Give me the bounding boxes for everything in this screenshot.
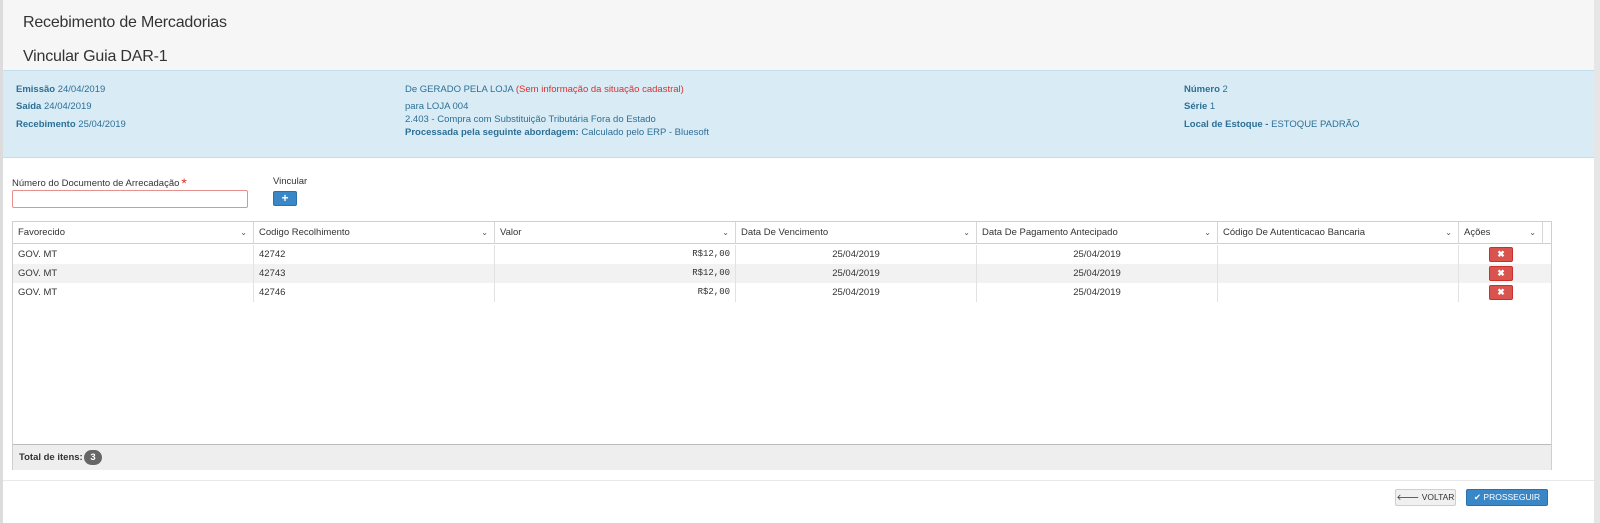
column-header-valor[interactable]: Valor ⌄ xyxy=(495,222,736,244)
cell-valor: R$2,00 xyxy=(495,283,736,302)
saida-line: Saída 24/04/2019 xyxy=(16,101,92,112)
page-subtitle: Vincular Guia DAR-1 xyxy=(23,48,168,65)
voltar-button[interactable]: 🡐 VOLTAR xyxy=(1395,489,1456,506)
table-header: Favorecido ⌄ Codigo Recolhimento ⌄ Valor ⌄ … xyxy=(13,222,1551,244)
vincular-add-button[interactable]: + xyxy=(273,191,297,206)
saida-value: 24/04/2019 xyxy=(44,101,92,112)
chevron-down-icon[interactable]: ⌄ xyxy=(963,222,970,244)
local-value: ESTOQUE PADRÃO xyxy=(1271,119,1360,130)
cell-favorecido: GOV. MT xyxy=(13,264,254,283)
cell-autenticacao xyxy=(1218,264,1459,283)
doc-number-label: Número do Documento de Arrecadação * xyxy=(12,173,187,191)
table-row[interactable]: GOV. MT 42746 R$2,00 25/04/2019 25/04/20… xyxy=(13,283,1551,302)
cell-pagamento: 25/04/2019 xyxy=(977,245,1218,264)
chevron-down-icon[interactable]: ⌄ xyxy=(722,222,729,244)
cell-codigo: 42743 xyxy=(254,264,495,283)
serie-value: 1 xyxy=(1209,101,1216,112)
cell-valor: R$12,00 xyxy=(495,245,736,264)
cell-vencimento: 25/04/2019 xyxy=(736,264,977,283)
abordagem-label: Processada pela seguinte abordagem: xyxy=(405,127,579,138)
chevron-down-icon[interactable]: ⌄ xyxy=(1445,222,1452,244)
column-label: Ações xyxy=(1464,227,1491,238)
local-line: Local de Estoque - ESTOQUE PADRÃO xyxy=(1184,119,1359,130)
voltar-label: VOLTAR xyxy=(1421,492,1455,502)
doc-number-input[interactable] xyxy=(12,190,248,208)
cell-vencimento: 25/04/2019 xyxy=(736,283,977,302)
close-icon: ✖ xyxy=(1497,287,1505,297)
chevron-down-icon[interactable]: ⌄ xyxy=(1204,222,1211,244)
cell-pagamento: 25/04/2019 xyxy=(977,283,1218,302)
prosseguir-button[interactable]: ✔ PROSSEGUIR xyxy=(1466,489,1548,506)
column-header-acoes[interactable]: Ações ⌄ xyxy=(1459,222,1543,244)
column-label: Valor xyxy=(500,227,522,238)
cell-codigo: 42746 xyxy=(254,283,495,302)
abordagem-value: Calculado pelo ERP - Bluesoft xyxy=(581,127,709,138)
supplier-status: (Sem informação da situação cadastral) xyxy=(515,84,684,95)
serie-label: Série xyxy=(1184,101,1208,112)
saida-label: Saída xyxy=(16,101,42,112)
numero-label: Número xyxy=(1184,84,1220,95)
column-header-autenticacao[interactable]: Código De Autenticacao Bancaria ⌄ xyxy=(1218,222,1459,244)
emissao-value: 24/04/2019 xyxy=(57,84,106,95)
local-label: Local de Estoque - xyxy=(1184,119,1269,130)
numero-line: Número 2 xyxy=(1184,84,1228,95)
column-header-pagamento[interactable]: Data De Pagamento Antecipado ⌄ xyxy=(977,222,1218,244)
close-icon: ✖ xyxy=(1497,249,1505,259)
required-marker: * xyxy=(181,175,187,191)
cell-codigo: 42742 xyxy=(254,245,495,264)
cell-autenticacao xyxy=(1218,245,1459,264)
table-row[interactable]: GOV. MT 42742 R$12,00 25/04/2019 25/04/2… xyxy=(13,245,1551,264)
numero-value: 2 xyxy=(1222,84,1228,95)
check-icon: ✔ xyxy=(1473,492,1482,502)
doc-number-label-text: Número do Documento de Arrecadação xyxy=(12,178,180,189)
emissao-line: Emissão 24/04/2019 xyxy=(16,84,105,95)
delete-row-button[interactable]: ✖ xyxy=(1489,266,1513,281)
close-icon: ✖ xyxy=(1497,268,1505,278)
cell-vencimento: 25/04/2019 xyxy=(736,245,977,264)
column-label: Codigo Recolhimento xyxy=(259,227,350,238)
delete-row-button[interactable]: ✖ xyxy=(1489,247,1513,262)
recebimento-label: Recebimento xyxy=(16,119,76,130)
total-items-label: Total de itens: xyxy=(19,452,83,463)
abordagem-line: Processada pela seguinte abordagem: Calc… xyxy=(405,127,709,138)
recebimento-line: Recebimento 25/04/2019 xyxy=(16,119,126,130)
window-scrollbar[interactable] xyxy=(1594,0,1600,523)
delete-row-button[interactable]: ✖ xyxy=(1489,285,1513,300)
supplier-line: De GERADO PELA LOJA (Sem informação da s… xyxy=(405,84,684,95)
column-label: Data De Pagamento Antecipado xyxy=(982,227,1118,238)
cell-pagamento: 25/04/2019 xyxy=(977,264,1218,283)
recebimento-value: 25/04/2019 xyxy=(78,119,126,130)
cell-valor: R$12,00 xyxy=(495,264,736,283)
footer-divider xyxy=(3,480,1594,481)
cell-favorecido: GOV. MT xyxy=(13,245,254,264)
column-header-codigo[interactable]: Codigo Recolhimento ⌄ xyxy=(254,222,495,244)
arrow-left-icon: 🡐 xyxy=(1396,492,1420,502)
table-footer: Total de itens: 3 xyxy=(13,444,1551,470)
column-header-vencimento[interactable]: Data De Vencimento ⌄ xyxy=(736,222,977,244)
column-label: Data De Vencimento xyxy=(741,227,829,238)
serie-line: Série 1 xyxy=(1184,101,1215,112)
vincular-label: Vincular xyxy=(273,176,308,187)
column-label: Favorecido xyxy=(18,227,65,238)
supplier-name: De GERADO PELA LOJA xyxy=(405,84,514,95)
prosseguir-label: PROSSEGUIR xyxy=(1483,492,1541,502)
table-row[interactable]: GOV. MT 42743 R$12,00 25/04/2019 25/04/2… xyxy=(13,264,1551,283)
cell-autenticacao xyxy=(1218,283,1459,302)
column-label: Código De Autenticacao Bancaria xyxy=(1223,227,1366,238)
chevron-down-icon[interactable]: ⌄ xyxy=(481,222,488,244)
chevron-down-icon[interactable]: ⌄ xyxy=(240,222,247,244)
destination-line: para LOJA 004 xyxy=(405,101,469,112)
guias-table: Favorecido ⌄ Codigo Recolhimento ⌄ Valor ⌄ … xyxy=(12,221,1552,470)
page-header: Recebimento de Mercadorias Vincular Guia… xyxy=(3,0,1594,70)
plus-icon: + xyxy=(281,191,289,205)
total-items-badge: 3 xyxy=(84,450,102,465)
invoice-info-panel: Emissão 24/04/2019 Saída 24/04/2019 Rece… xyxy=(3,70,1594,158)
column-header-favorecido[interactable]: Favorecido ⌄ xyxy=(13,222,254,244)
cell-favorecido: GOV. MT xyxy=(13,283,254,302)
emissao-label: Emissão xyxy=(16,84,56,95)
chevron-down-icon[interactable]: ⌄ xyxy=(1529,222,1536,244)
cfop-line: 2.403 - Compra com Substituição Tributár… xyxy=(405,114,656,125)
page-title: Recebimento de Mercadorias xyxy=(23,14,227,31)
